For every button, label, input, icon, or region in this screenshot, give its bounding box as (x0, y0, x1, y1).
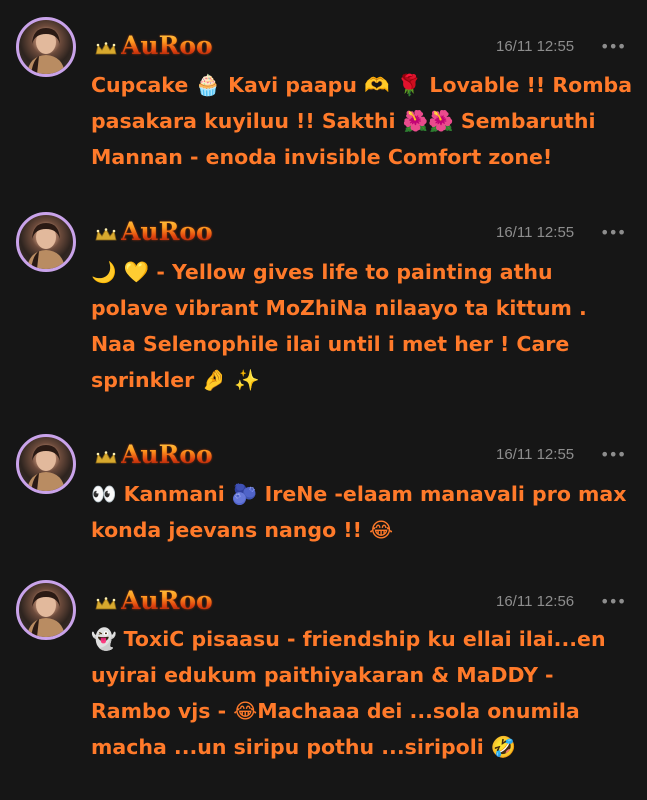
username[interactable]: AuRoo (121, 586, 213, 616)
message-timestamp: 16/11 12:56 (496, 593, 575, 610)
chat-feed: AuRoo 16/11 12:55 ••• Cupcake 🧁 Kavi paa… (0, 0, 647, 800)
message-text: 👻 ToxiC pisaasu - friendship ku ellai il… (91, 627, 606, 759)
avatar[interactable] (16, 580, 76, 640)
more-options-icon[interactable]: ••• (600, 594, 626, 613)
chat-message: AuRoo 16/11 12:56 ••• 👻 ToxiC pisaasu - … (0, 0, 647, 800)
crown-icon (95, 597, 117, 610)
